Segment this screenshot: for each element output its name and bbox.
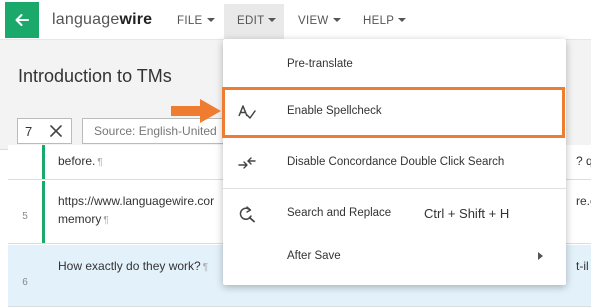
- menu-item-shortcut: Ctrl + Shift + H: [424, 206, 510, 221]
- menu-item-after-save[interactable]: After Save: [223, 237, 566, 277]
- menu-item-label: After Save: [287, 250, 341, 262]
- menu-item-pre-translate[interactable]: Pre-translate: [223, 45, 566, 85]
- segment-text-line-2: memory ¶: [58, 212, 109, 226]
- caret-down-icon: [398, 18, 407, 22]
- segment-text: before. ¶: [58, 154, 103, 168]
- caret-down-icon: [206, 18, 215, 22]
- target-text-fragment: re.co: [576, 194, 591, 208]
- close-icon[interactable]: [47, 122, 65, 140]
- caret-down-icon: [332, 18, 341, 22]
- segment-filter-value: 7: [25, 124, 33, 139]
- menu-item-disable-concordance[interactable]: Disable Concordance Double Click Search: [223, 143, 566, 183]
- menu-item-search-and-replace[interactable]: Search and Replace Ctrl + Shift + H: [223, 194, 566, 234]
- menu-view[interactable]: VIEW: [298, 15, 341, 27]
- target-text-fragment: ? qu: [576, 154, 591, 168]
- segment-text: https://www.languagewire.cor: [58, 194, 215, 208]
- source-filter-placeholder: Source: English-United: [94, 124, 217, 138]
- menu-divider: [223, 188, 566, 189]
- search-replace-icon: [239, 206, 255, 223]
- row-status-stripe: [42, 181, 45, 243]
- menu-file[interactable]: FILE: [177, 15, 215, 27]
- segment-number: 6: [22, 277, 28, 288]
- languagewire-logo: languagewire: [52, 11, 153, 28]
- target-text-fragment: t-il: [576, 259, 589, 273]
- menu-help[interactable]: HELP: [363, 15, 407, 27]
- caret-down-icon: [268, 18, 277, 22]
- chevron-right-icon: [538, 252, 543, 260]
- segment-text: How exactly do they work? ¶: [58, 259, 209, 273]
- row-status-stripe: [42, 145, 45, 179]
- page-title: Introduction to TMs: [18, 66, 172, 86]
- concordance-icon: [238, 157, 256, 169]
- arrow-right-icon: [171, 99, 221, 123]
- menu-item-label: Pre-translate: [287, 58, 353, 70]
- back-button[interactable]: [5, 2, 39, 38]
- menu-item-label: Disable Concordance Double Click Search: [287, 156, 505, 168]
- spellcheck-highlight-frame: [222, 87, 565, 138]
- menu-edit[interactable]: EDIT: [237, 15, 277, 27]
- segment-number: 5: [22, 211, 28, 222]
- edit-dropdown-menu: Pre-translate Enable Spellcheck Disable …: [223, 39, 566, 285]
- arrow-left-icon: [15, 14, 29, 26]
- menu-item-label: Search and Replace: [287, 207, 392, 219]
